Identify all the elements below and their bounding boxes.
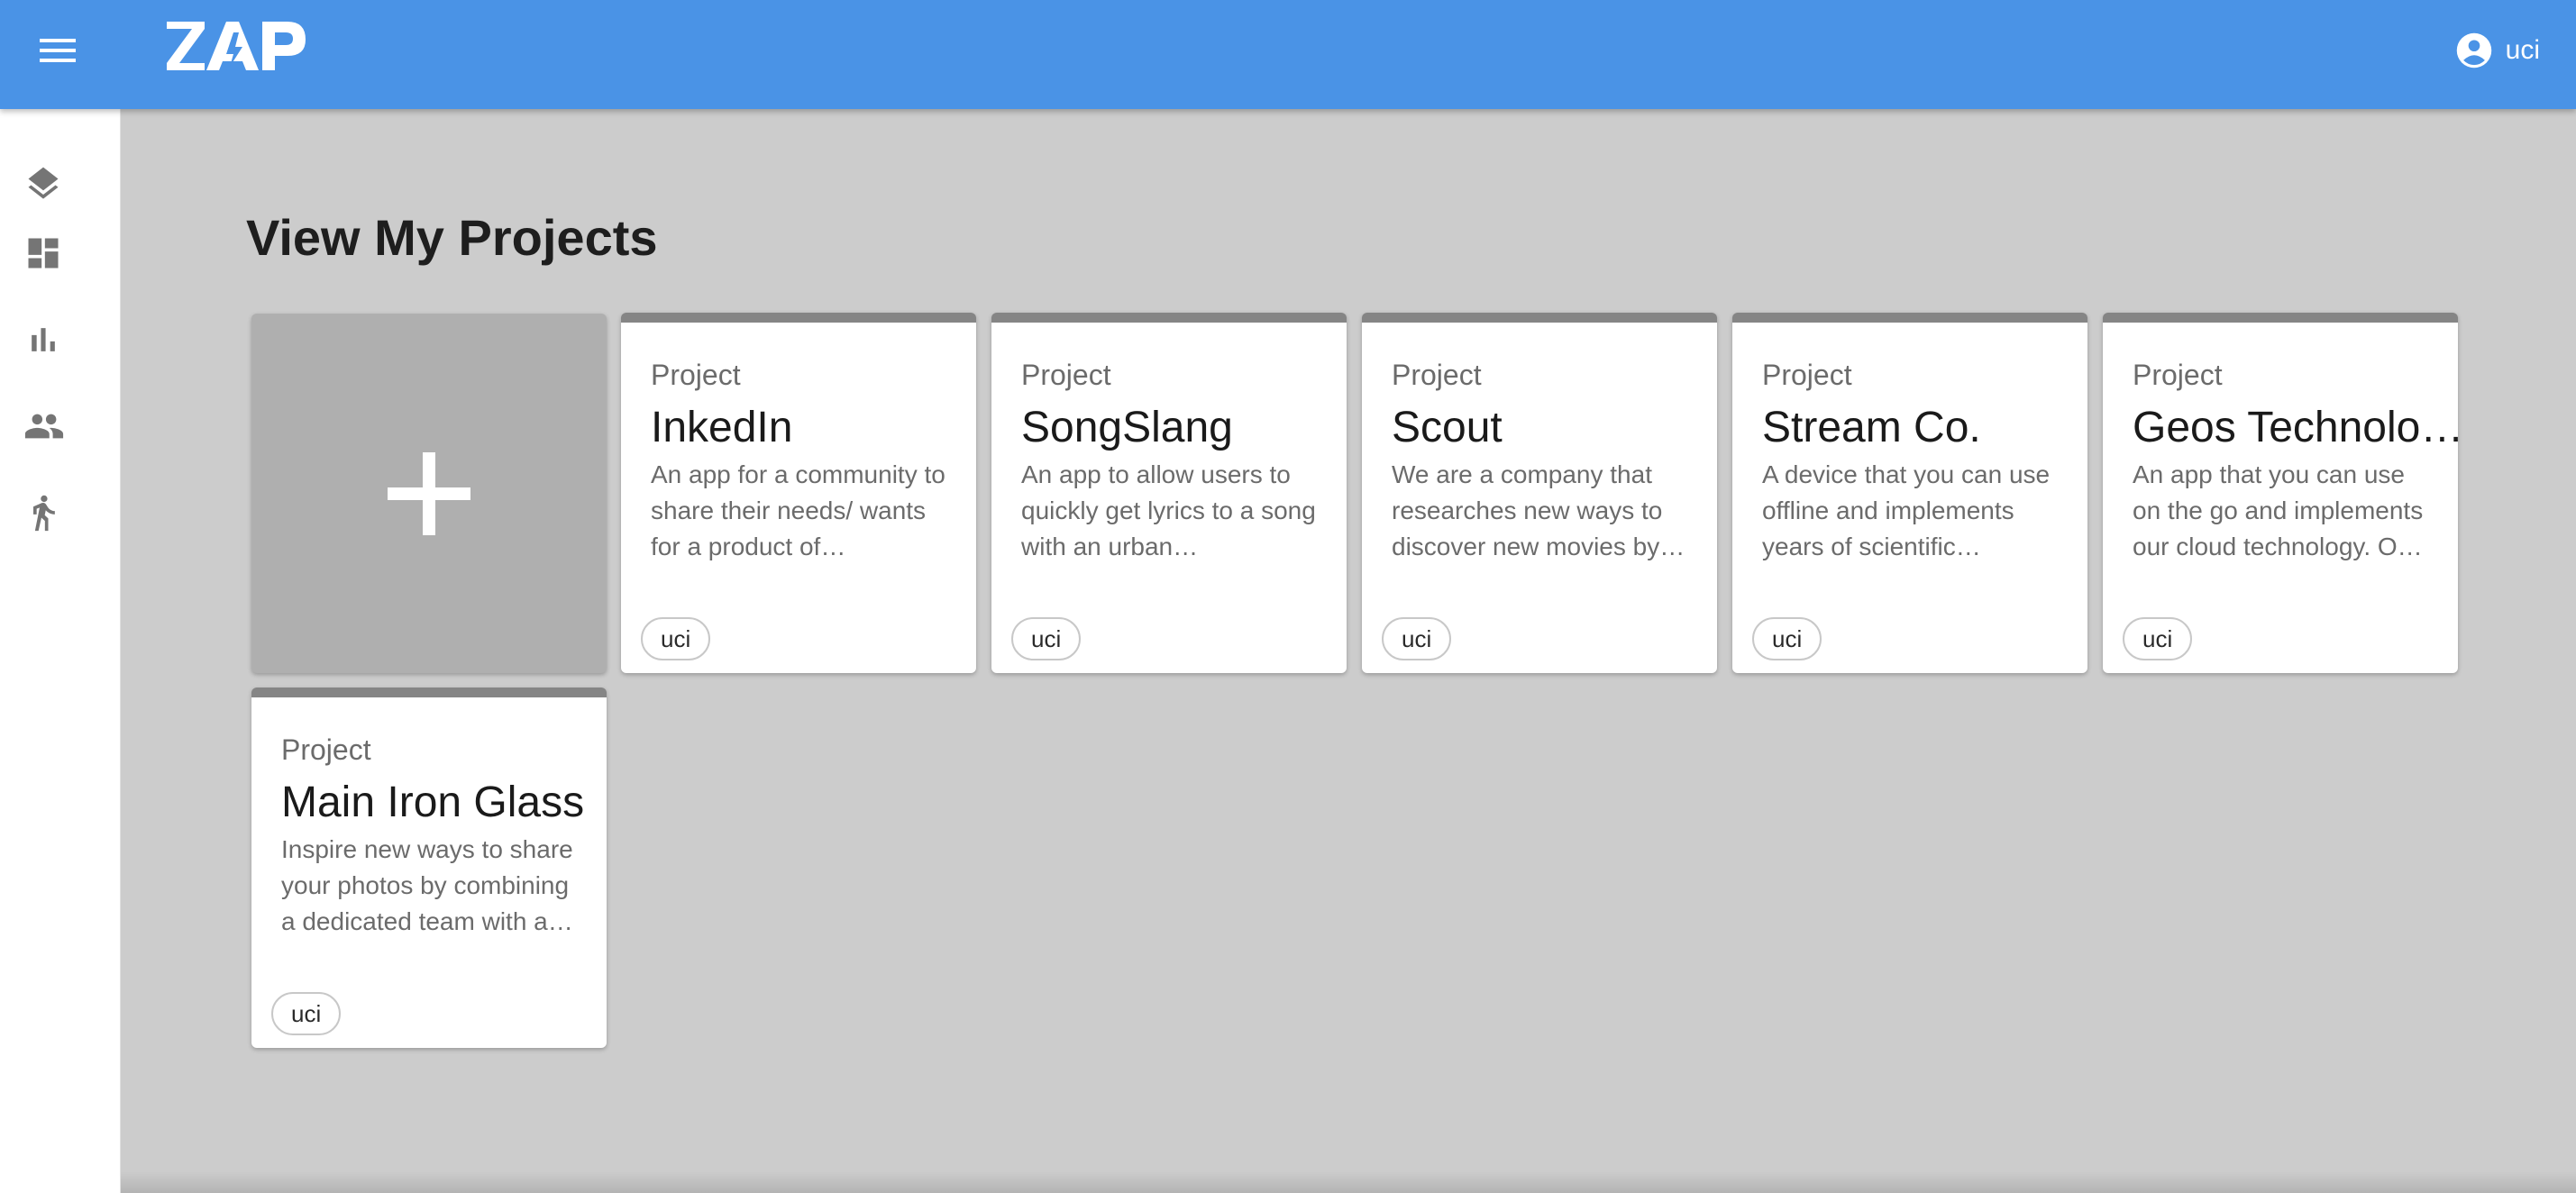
owner-chip[interactable]: uci: [2123, 617, 2193, 660]
sidebar: [0, 109, 121, 1193]
user-menu[interactable]: uci: [2455, 27, 2540, 74]
owner-chip[interactable]: uci: [1752, 617, 1822, 660]
project-card[interactable]: Project Scout We are a company that rese…: [1362, 313, 1717, 673]
project-title: Geos Technolo…: [2133, 404, 2458, 451]
project-card[interactable]: Project Stream Co. A device that you can…: [1732, 313, 2087, 673]
zap-logo[interactable]: [165, 16, 309, 76]
owner-chip[interactable]: uci: [1382, 617, 1452, 660]
project-description: An app to allow users to quickly get lyr…: [1021, 460, 1316, 560]
bar-chart-icon: [32, 328, 55, 351]
project-label: Project: [281, 733, 371, 766]
project-title: InkedIn: [651, 404, 793, 451]
project-description: A device that you can use offline and im…: [1762, 460, 2051, 560]
accessibility-icon: [33, 495, 55, 532]
project-description: An app that you can use on the go and im…: [2133, 460, 2424, 560]
menu-button[interactable]: [25, 27, 90, 74]
main-content: View My Projects Project InkedIn An app …: [121, 109, 2576, 1193]
app-bar: uci: [0, 0, 2576, 109]
owner-chip[interactable]: uci: [271, 992, 342, 1035]
layers-icon: [28, 167, 59, 199]
project-title: Scout: [1392, 404, 1503, 451]
project-title: Main Iron Glass: [281, 779, 585, 826]
project-title: SongSlang: [1021, 404, 1233, 451]
project-card[interactable]: Project Geos Technolo… An app that you c…: [2103, 313, 2458, 673]
project-label: Project: [1392, 359, 1482, 391]
page-title: View My Projects: [246, 209, 658, 266]
project-label: Project: [1762, 359, 1852, 391]
sidebar-item-dashboard[interactable]: [0, 217, 121, 289]
dashboard-icon: [28, 238, 59, 269]
footer-shadow: [121, 1171, 2576, 1193]
hamburger-menu-icon: [40, 39, 76, 62]
project-label: Project: [651, 359, 741, 391]
project-title: Stream Co.: [1762, 404, 1981, 451]
user-name: uci: [2505, 35, 2540, 65]
project-card[interactable]: Project InkedIn An app for a community t…: [621, 313, 976, 673]
project-card[interactable]: Project SongSlang An app to allow users …: [991, 313, 1347, 673]
account-circle-icon: [2456, 32, 2491, 68]
project-description: Inspire new ways to share your photos by…: [281, 835, 573, 935]
add-project-card[interactable]: [251, 314, 607, 673]
sidebar-item-people[interactable]: [0, 390, 121, 462]
project-label: Project: [2133, 359, 2223, 391]
sidebar-item-projects[interactable]: [0, 148, 121, 220]
people-icon: [24, 414, 64, 439]
project-description: We are a company that researches new way…: [1392, 460, 1685, 560]
project-description: An app for a community to share their ne…: [651, 460, 945, 560]
project-label: Project: [1021, 359, 1111, 391]
project-card[interactable]: Project Main Iron Glass Inspire new ways…: [251, 688, 607, 1048]
owner-chip[interactable]: uci: [641, 617, 711, 660]
sidebar-item-analytics[interactable]: [0, 304, 121, 376]
plus-icon: [388, 451, 470, 535]
owner-chip[interactable]: uci: [1011, 617, 1082, 660]
sidebar-item-activity[interactable]: [0, 477, 121, 549]
